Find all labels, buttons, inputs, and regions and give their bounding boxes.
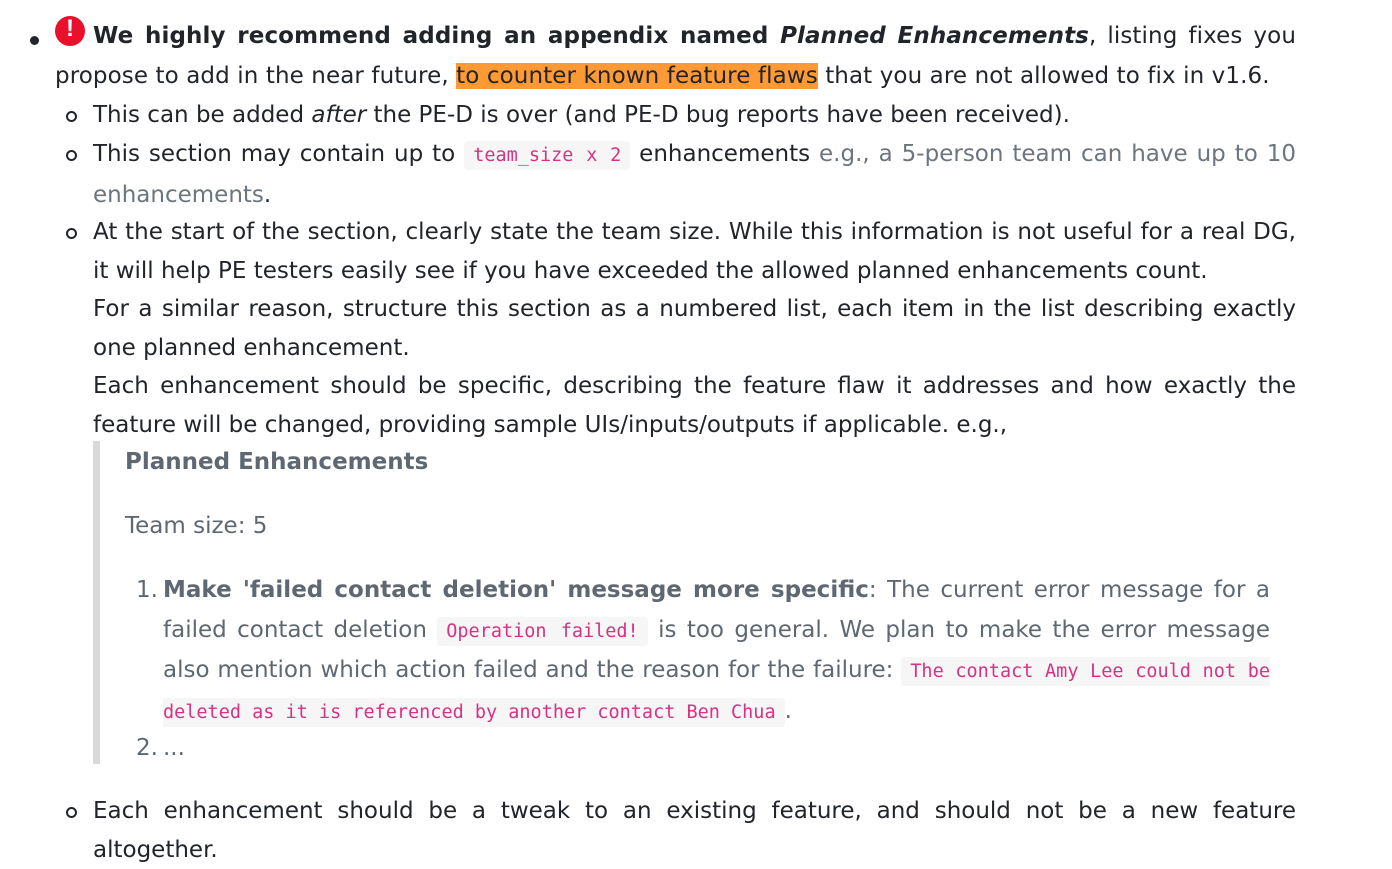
- sub-item-after-ped: This can be added after the PE-D is over…: [93, 102, 1070, 128]
- enhancement-title: Make 'failed contact deletion' message m…: [163, 577, 869, 603]
- sub-item-paragraph: For a similar reason, structure this sec…: [93, 296, 1296, 361]
- main-list-item: ! We highly recommend adding an appendix …: [55, 15, 1296, 96]
- appendix-name: Planned Enhancements: [780, 23, 1089, 49]
- error-code-short: Operation failed!: [437, 616, 648, 646]
- exclamation-circle-icon: !: [55, 15, 85, 46]
- main-item-bold-lead: We highly recommend adding an appendix n…: [93, 23, 781, 49]
- list-number: 2.: [136, 735, 158, 761]
- sub-item-paragraph: At the start of the section, clearly sta…: [93, 219, 1296, 284]
- sub-item-paragraph: Each enhancement should be specific, des…: [93, 373, 1296, 438]
- document-page: ! We highly recommend adding an appendix …: [0, 0, 1392, 863]
- sub-item-tweak: Each enhancement should be a tweak to an…: [93, 798, 1296, 863]
- main-item-text-end: that you are not allowed to fix in v1.6.: [817, 63, 1270, 89]
- example-list-item-ellipsis: ...: [163, 735, 185, 761]
- example-team-size: Team size: 5: [125, 513, 268, 539]
- sub-bullet-marker: [66, 111, 77, 122]
- highlighted-text: to counter known feature flaws: [456, 63, 818, 89]
- sub-item-enhancement-limit: This section may contain up to team_size…: [93, 141, 1297, 208]
- sub-bullet-marker: [66, 150, 77, 161]
- bullet-marker: [30, 36, 39, 45]
- list-number: 1.: [136, 577, 158, 603]
- sub-bullet-marker: [66, 807, 77, 818]
- team-size-code: team_size x 2: [464, 141, 631, 170]
- sub-bullet-marker: [66, 228, 77, 239]
- sub-item-structure: At the start of the section, clearly sta…: [93, 213, 1296, 444]
- example-title: Planned Enhancements: [125, 449, 429, 475]
- example-list-item: Make 'failed contact deletion' message m…: [163, 571, 1270, 732]
